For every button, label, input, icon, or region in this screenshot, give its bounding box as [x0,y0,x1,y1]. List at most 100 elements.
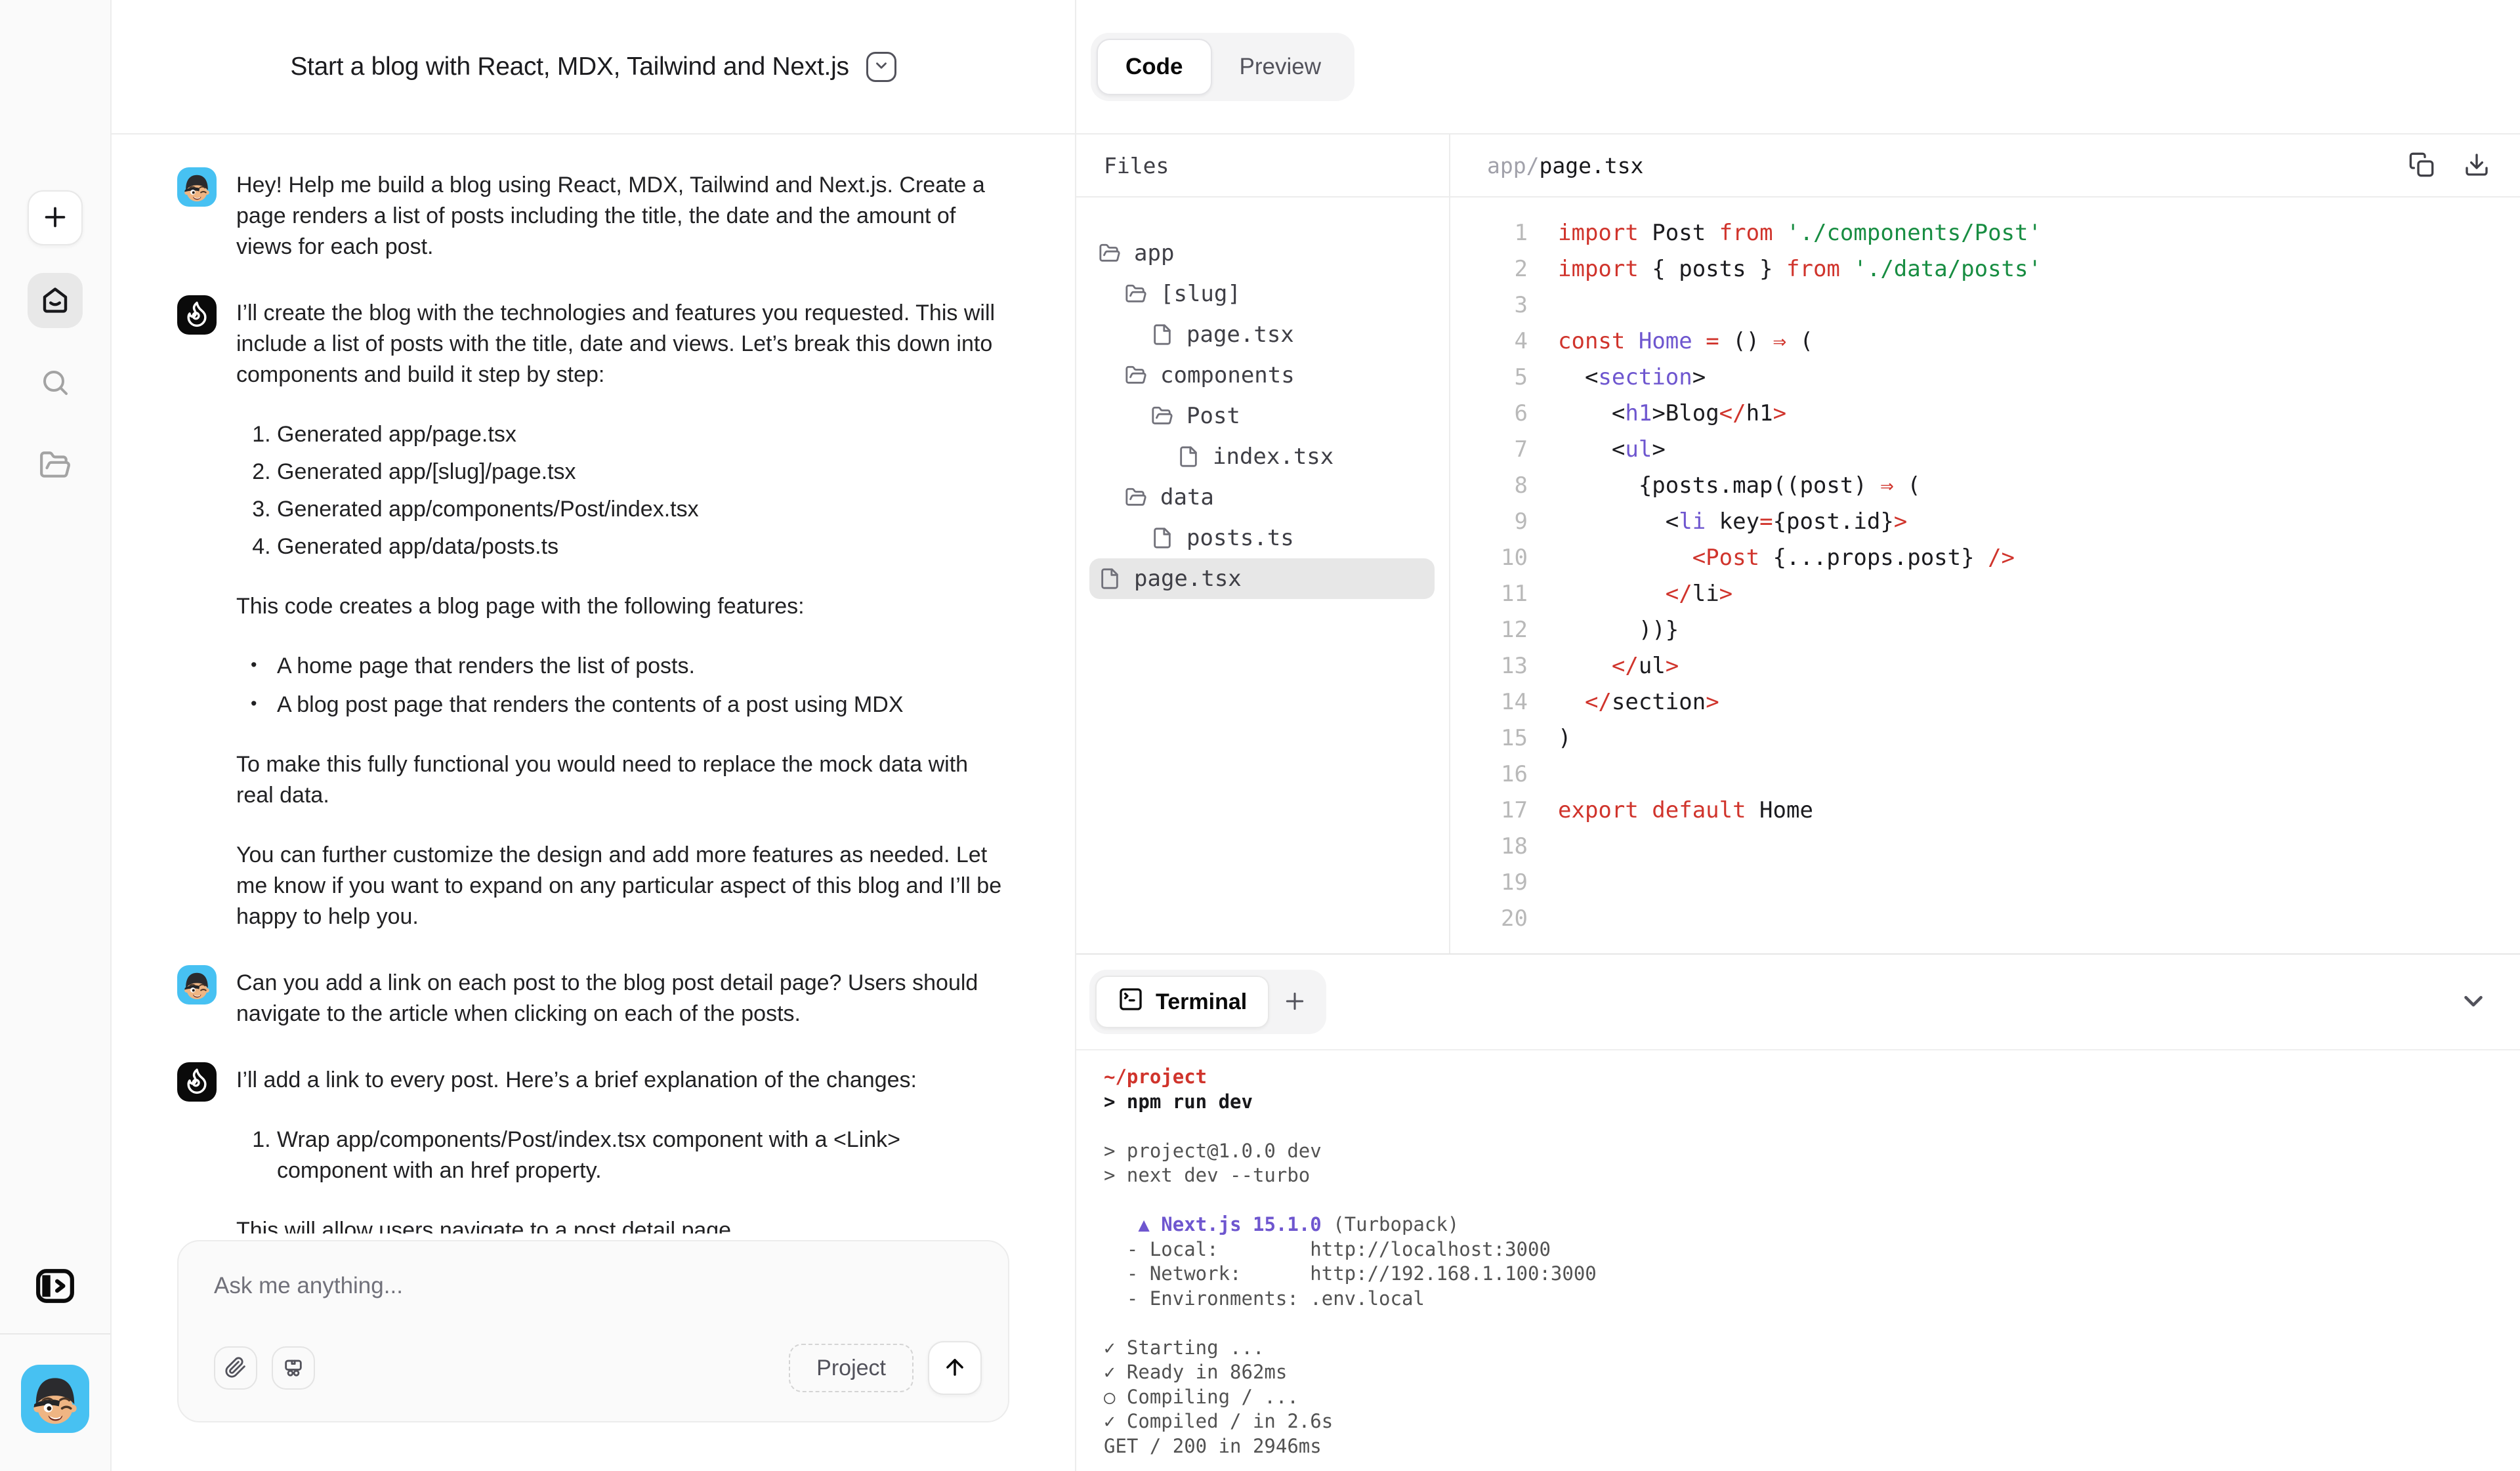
list-item: Generated app/data/posts.ts [277,531,1003,562]
message-paragraph: To make this fully functional you would … [236,749,1003,811]
file-tree-item-components[interactable]: components [1089,355,1435,396]
assistant-avatar [177,1062,217,1102]
file-tree-item-page.tsx[interactable]: page.tsx [1089,558,1435,599]
files-panel: Files app[slug] page.tsx components Post ind… [1076,135,1450,953]
user-avatar [177,167,217,207]
message-body: Hey! Help me build a blog using React, M… [236,167,1003,262]
file-tree-label: components [1160,362,1295,388]
workspace-panel: Code Preview Files app[slug] page.tsx comp… [1076,0,2520,1471]
home-icon [39,284,71,318]
message-paragraph: Can you add a link on each post to the b… [236,968,1003,1029]
code-line: 14 </section> [1450,684,2520,720]
message-list-block: Generated app/page.tsxGenerated app/[slu… [236,419,1003,562]
folder-icon [1125,364,1147,386]
chat-title-dropdown-button[interactable] [866,52,896,82]
sidebar-divider [0,1333,110,1335]
file-tree-label: index.tsx [1213,444,1334,470]
line-number: 6 [1450,400,1528,426]
user-message: Hey! Help me build a blog using React, M… [177,167,1003,262]
workspace: Files app[slug] page.tsx components Post ind… [1076,135,2520,953]
message-list-block: A home page that renders the list of pos… [236,651,1003,720]
send-button[interactable] [928,1341,982,1395]
code-editor: app/page.tsx 1i [1450,135,2520,953]
copy-code-button[interactable] [2408,152,2435,180]
flame-logo-icon [182,1066,211,1098]
sidebar-item-projects[interactable] [28,438,83,493]
download-code-button[interactable] [2464,152,2490,180]
message-paragraph: Hey! Help me build a blog using React, M… [236,170,1003,262]
message-body: I’ll create the blog with the technologi… [236,295,1003,932]
line-number: 12 [1450,617,1528,643]
code-line: 9 <li key={post.id}> [1450,503,2520,539]
new-terminal-button[interactable] [1269,976,1320,1028]
line-number: 3 [1450,292,1528,318]
chat-title: Start a blog with React, MDX, Tailwind a… [290,52,849,81]
code-line: 11 </li> [1450,575,2520,611]
file-path: app/page.tsx [1487,153,1643,178]
project-button[interactable]: Project [789,1344,914,1392]
terminal-line: ✓ Ready in 862ms [1104,1360,2520,1385]
line-number: 1 [1450,220,1528,246]
message-paragraph: I’ll create the blog with the technologi… [236,298,1003,390]
code-line: 5 <section> [1450,359,2520,395]
sidebar-item-search[interactable] [28,356,83,411]
file-tree-item-data[interactable]: data [1089,477,1435,518]
file-tree-item-Post[interactable]: Post [1089,396,1435,436]
code-line: 10 <Post {...props.post} /> [1450,539,2520,575]
terminal-line: > npm run dev [1104,1090,2520,1115]
file-tree-item-page.tsx[interactable]: page.tsx [1089,314,1435,355]
file-tree: app[slug] page.tsx components Post index.tsx… [1076,197,1449,599]
attach-file-button[interactable] [214,1346,257,1390]
message-list: Hey! Help me build a blog using React, M… [112,135,1075,1233]
assistant-message: I’ll add a link to every post. Here’s a … [177,1062,1003,1233]
toolbox-button[interactable] [272,1346,315,1390]
app-root: Start a blog with React, MDX, Tailwind a… [0,0,2520,1471]
file-icon [1151,323,1173,346]
file-tree-item-app[interactable]: app [1089,233,1435,274]
plus-icon [1282,988,1308,1016]
file-tree-item-posts.ts[interactable]: posts.ts [1089,518,1435,558]
flame-logo-icon [182,299,211,331]
terminal-tab[interactable]: Terminal [1095,976,1269,1028]
message-paragraph: I’ll add a link to every post. Here’s a … [236,1065,1003,1096]
tab-preview[interactable]: Preview [1212,39,1349,95]
profile-avatar[interactable] [21,1365,89,1433]
list-item: Generated app/[slug]/page.tsx [277,457,1003,487]
new-chat-button[interactable] [28,190,83,245]
tab-code[interactable]: Code [1097,39,1212,95]
code-line: 18 [1450,828,2520,864]
file-tree-label: page.tsx [1186,321,1294,348]
file-tree-label: page.tsx [1134,566,1242,592]
chevron-down-icon [2458,986,2488,1018]
terminal-line: > project@1.0.0 dev [1104,1139,2520,1164]
file-tree-item-[slug][interactable]: [slug] [1089,274,1435,314]
message-paragraph: This will allow users navigate to a post… [236,1215,1003,1233]
files-panel-title: Files [1076,135,1449,197]
line-number: 18 [1450,833,1528,860]
composer-toolbar: Project [214,1341,982,1395]
message-paragraph: This code creates a blog page with the f… [236,591,1003,622]
chat-input[interactable]: Ask me anything... [214,1273,982,1299]
line-number: 4 [1450,328,1528,354]
code-preview-switch: Code Preview [1091,33,1354,101]
terminal-line: - Network: http://192.168.1.100:3000 [1104,1262,2520,1287]
line-number: 20 [1450,905,1528,932]
folder-icon [1099,242,1121,264]
file-tree-item-index.tsx[interactable]: index.tsx [1089,436,1435,477]
code-line: 7 <ul> [1450,431,2520,467]
collapse-terminal-button[interactable] [2458,986,2488,1018]
terminal-line: ✓ Compiled / in 2.6s [1104,1409,2520,1434]
terminal-line: ○ Compiling / ... [1104,1385,2520,1410]
terminal-line [1104,1114,2520,1139]
collapse-sidebar-button[interactable] [35,1266,75,1308]
chat-panel: Start a blog with React, MDX, Tailwind a… [112,0,1076,1471]
plus-icon [40,202,70,234]
code-line: 16 [1450,756,2520,792]
message-body: I’ll add a link to every post. Here’s a … [236,1062,1003,1233]
sidebar-item-home[interactable] [28,273,83,328]
panel-toggle-icon [35,1298,75,1308]
code-line: 13 </ul> [1450,648,2520,684]
code-line: 17export default Home [1450,792,2520,828]
terminal-line [1104,1311,2520,1336]
terminal-line: - Environments: .env.local [1104,1287,2520,1312]
